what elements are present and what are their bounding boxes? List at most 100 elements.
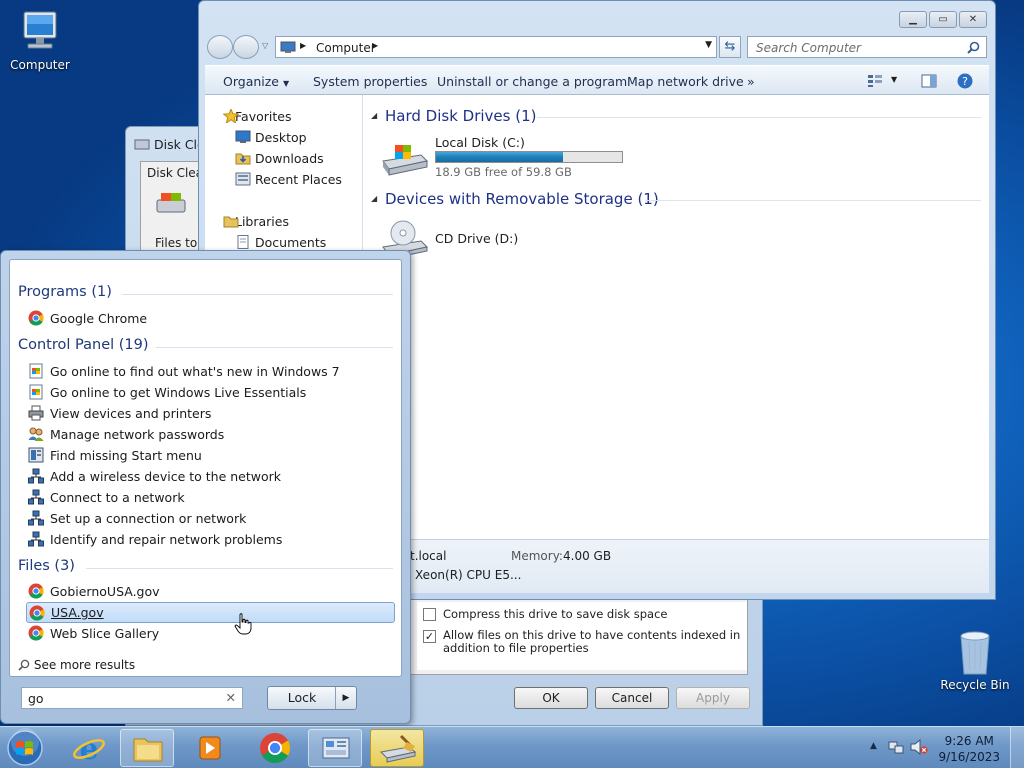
map-network-drive-button[interactable]: Map network drive (627, 74, 744, 89)
taskbar-file-explorer[interactable] (120, 729, 174, 767)
windows-orb-icon (7, 728, 43, 766)
section-header-files[interactable]: Files (3) (18, 558, 75, 574)
windows-doc-icon (29, 363, 43, 379)
result-item-selected[interactable]: USA.gov (26, 602, 395, 623)
breadcrumb-arrow-icon[interactable]: ▶ (372, 41, 378, 50)
close-button[interactable]: ✕ (959, 11, 987, 28)
result-item[interactable]: Add a wireless device to the network (26, 466, 395, 487)
result-item[interactable]: Manage network passwords (26, 424, 395, 445)
cancel-button[interactable]: Cancel (595, 687, 669, 709)
taskbar-google-chrome[interactable] (248, 729, 302, 767)
nav-desktop[interactable]: Desktop (235, 130, 307, 145)
compress-checkbox[interactable] (423, 608, 436, 621)
lock-button[interactable]: Lock ▶ (267, 686, 357, 710)
start-button[interactable] (4, 728, 46, 768)
breadcrumb-arrow-icon[interactable]: ▶ (300, 41, 306, 50)
result-item[interactable]: Find missing Start menu (26, 445, 395, 466)
nav-libraries[interactable]: Libraries (223, 214, 289, 229)
organize-label: Organize (223, 74, 279, 89)
section-header-programs[interactable]: Programs (1) (18, 284, 112, 300)
result-item[interactable]: Set up a connection or network (26, 508, 395, 529)
taskbar-internet-explorer[interactable]: e (62, 729, 116, 767)
drive-icon (156, 193, 186, 213)
items-pane: ◢ Hard Disk Drives (1) Local Disk (C:) 1… (365, 95, 989, 539)
local-disk-free-text: 18.9 GB free of 59.8 GB (435, 165, 572, 179)
uninstall-program-button[interactable]: Uninstall or change a program (437, 74, 627, 89)
show-hidden-icons-button[interactable]: ▲ (870, 741, 877, 751)
show-desktop-button[interactable] (1010, 727, 1024, 768)
breadcrumb-computer[interactable]: Computer (316, 41, 376, 55)
taskbar-control-panel[interactable] (308, 729, 362, 767)
search-value: go (28, 691, 44, 706)
change-view-icon[interactable] (867, 74, 883, 88)
ok-button[interactable]: OK (514, 687, 588, 709)
windows-doc-icon (29, 384, 43, 400)
result-item[interactable]: Identify and repair network problems (26, 529, 395, 550)
taskbar-media-player[interactable] (182, 729, 236, 767)
collapse-group-icon[interactable]: ◢ (371, 194, 377, 203)
desktop-icon-recycle-bin[interactable]: Recycle Bin (935, 628, 1015, 692)
command-bar: Organize ▼ System properties Uninstall o… (205, 65, 989, 95)
section-divider (156, 347, 393, 348)
media-player-icon (199, 736, 221, 760)
result-item[interactable]: Connect to a network (26, 487, 395, 508)
disk-usage-fill (436, 152, 564, 162)
see-more-results-link[interactable]: See more results (18, 658, 135, 672)
nav-favorites[interactable]: Favorites (223, 109, 292, 124)
network-icon (28, 531, 44, 547)
back-button[interactable] (207, 35, 233, 59)
disk-usage-bar (435, 151, 623, 163)
result-label: Add a wireless device to the network (50, 469, 282, 484)
nav-label: Recent Places (255, 172, 342, 187)
hand-cursor-icon (234, 613, 252, 635)
address-dropdown-icon[interactable]: ▼ (705, 40, 712, 50)
taskbar-disk-cleanup[interactable] (370, 729, 424, 767)
refresh-button[interactable]: ⇆ (719, 36, 741, 58)
result-item[interactable]: GobiernoUSA.gov (26, 581, 395, 602)
documents-icon (237, 235, 249, 249)
more-commands-button[interactable]: » (747, 74, 755, 89)
section-header-control-panel[interactable]: Control Panel (19) (18, 337, 149, 353)
group-header-removable[interactable]: Devices with Removable Storage (1) (385, 190, 659, 208)
group-header-hard-disk[interactable]: Hard Disk Drives (1) (385, 107, 536, 125)
index-checkbox[interactable]: ✓ (423, 630, 436, 643)
nav-documents[interactable]: Documents (237, 235, 326, 250)
maximize-button[interactable]: ▭ (929, 11, 957, 28)
minimize-button[interactable]: ▁ (899, 11, 927, 28)
recent-pages-dropdown[interactable]: ▽ (262, 41, 268, 50)
apply-button[interactable]: Apply (676, 687, 750, 709)
disk-cleanup-title-icon (134, 139, 150, 150)
help-icon[interactable]: ? (957, 73, 973, 89)
nav-recent-places[interactable]: Recent Places (235, 172, 342, 187)
clear-search-icon[interactable]: ✕ (226, 690, 236, 705)
volume-muted-icon[interactable] (910, 739, 928, 755)
organize-button[interactable]: Organize ▼ (223, 74, 289, 89)
result-item[interactable]: Web Slice Gallery (26, 623, 395, 644)
result-label: Connect to a network (50, 490, 185, 505)
start-search-input[interactable]: go ✕ (21, 687, 243, 709)
local-disk-item[interactable]: Local Disk (C:) 18.9 GB free of 59.8 GB (381, 135, 631, 181)
star-icon (223, 109, 239, 123)
address-bar[interactable]: ▶ Computer ▶ ▼ (275, 36, 717, 58)
result-label: Google Chrome (50, 311, 148, 326)
disk-cleanup-icon (379, 734, 417, 763)
preview-pane-icon[interactable] (921, 74, 937, 88)
power-options-arrow[interactable]: ▶ (335, 687, 356, 709)
network-status-icon[interactable] (888, 739, 904, 755)
recycle-bin-icon (960, 631, 990, 675)
forward-button[interactable] (233, 35, 259, 59)
cd-drive-name: CD Drive (D:) (435, 231, 519, 246)
view-dropdown-icon[interactable]: ▼ (891, 75, 897, 84)
result-item[interactable]: View devices and printers (26, 403, 395, 424)
system-properties-button[interactable]: System properties (313, 74, 427, 89)
result-label: USA.gov (51, 605, 104, 620)
result-item[interactable]: Google Chrome (26, 308, 395, 329)
nav-label: Favorites (235, 109, 292, 124)
desktop-icon-computer[interactable]: Computer (0, 8, 80, 72)
nav-downloads[interactable]: Downloads (235, 151, 324, 166)
search-input[interactable]: Search Computer (747, 36, 987, 58)
clock[interactable]: 9:26 AM 9/16/2023 (938, 733, 1000, 765)
collapse-group-icon[interactable]: ◢ (371, 111, 377, 120)
result-item[interactable]: Go online to get Windows Live Essentials (26, 382, 395, 403)
result-item[interactable]: Go online to find out what's new in Wind… (26, 361, 395, 382)
